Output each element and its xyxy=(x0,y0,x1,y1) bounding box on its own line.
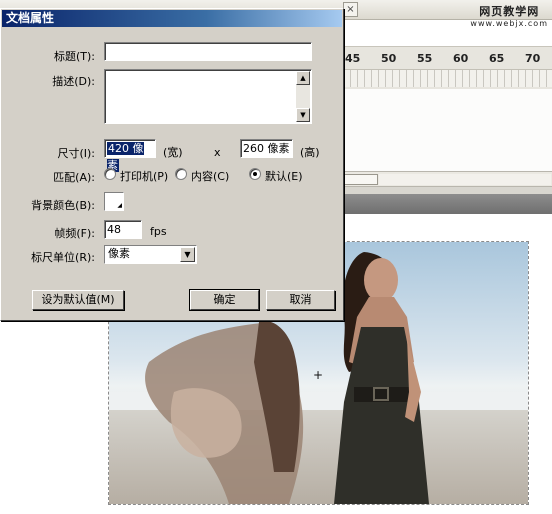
panel-divider xyxy=(343,187,552,194)
background-color-swatch[interactable]: ◢ xyxy=(104,192,124,211)
dialog-title: 文档属性 xyxy=(6,11,55,25)
scroll-down-icon[interactable]: ▼ xyxy=(296,108,310,122)
watermark-cn: 网页教学网 xyxy=(479,5,540,18)
match-printer-radio[interactable] xyxy=(104,168,116,180)
ruler-mark: 70 xyxy=(525,52,541,65)
dialog-title-bar[interactable]: 文档属性 xyxy=(2,10,342,27)
scroll-up-icon[interactable]: ▲ xyxy=(296,71,310,85)
match-printer-label[interactable]: 打印机(P) xyxy=(120,168,168,184)
ruler-units-value: 像素 xyxy=(108,247,130,260)
swatch-dropdown-icon: ◢ xyxy=(117,202,122,209)
ruler-units-label: 标尺单位(R): xyxy=(31,251,95,264)
match-default-radio[interactable] xyxy=(249,168,261,180)
description-scrollbar[interactable]: ▲ ▼ xyxy=(296,71,310,122)
ruler-mark: 55 xyxy=(417,52,433,65)
ruler-mark: 45 xyxy=(345,52,361,65)
size-label: 尺寸(I): xyxy=(57,147,95,160)
timeline-scrollbar[interactable] xyxy=(343,171,552,187)
match-default-label[interactable]: 默认(E) xyxy=(265,168,303,184)
close-icon[interactable]: × xyxy=(343,2,358,17)
width-unit: (宽) xyxy=(163,146,183,159)
width-input[interactable]: 420 像素 xyxy=(104,139,156,172)
timeline-frames[interactable] xyxy=(343,69,552,87)
background-color-label: 背景颜色(B): xyxy=(31,199,95,212)
watermark-en: www.webjx.com xyxy=(470,19,548,28)
frame-rate-unit: fps xyxy=(150,225,167,238)
chevron-down-icon[interactable]: ▼ xyxy=(180,247,195,262)
title-label: 标题(T): xyxy=(53,50,95,63)
description-textarea[interactable]: ▲ ▼ xyxy=(104,69,312,124)
crosshair-cursor-icon: + xyxy=(313,368,324,382)
document-properties-dialog: 文档属性 标题(T): 描述(D): ▲ ▼ 尺寸(I): 420 像素 (宽)… xyxy=(0,8,344,321)
match-contents-radio[interactable] xyxy=(175,168,187,180)
frame-rate-input[interactable]: 48 xyxy=(104,220,142,239)
ruler-numbers: 45 50 55 60 65 70 xyxy=(343,52,552,66)
match-label: 匹配(A): xyxy=(53,171,95,184)
description-label: 描述(D): xyxy=(52,75,95,88)
timeline-area[interactable] xyxy=(343,89,552,171)
make-default-button[interactable]: 设为默认值(M) xyxy=(32,290,124,310)
scrollbar-thumb[interactable] xyxy=(343,174,378,185)
ruler-mark: 60 xyxy=(453,52,469,65)
height-input[interactable]: 260 像素 xyxy=(240,139,293,158)
match-contents-label[interactable]: 内容(C) xyxy=(191,168,229,184)
timeline-ruler: 45 50 55 60 65 70 xyxy=(343,46,552,89)
title-input[interactable] xyxy=(104,42,312,61)
scrollbar-track[interactable] xyxy=(379,174,551,185)
size-separator: x xyxy=(214,146,221,159)
ok-button[interactable]: 确定 xyxy=(189,289,260,311)
ruler-mark: 65 xyxy=(489,52,505,65)
frame-rate-label: 帧频(F): xyxy=(54,227,95,240)
ruler-units-select[interactable]: 像素 ▼ xyxy=(104,245,197,264)
cancel-button[interactable]: 取消 xyxy=(266,290,335,310)
height-unit: (高) xyxy=(300,146,320,159)
watermark: 网页教学网 www.webjx.com xyxy=(470,6,548,30)
ruler-mark: 50 xyxy=(381,52,397,65)
